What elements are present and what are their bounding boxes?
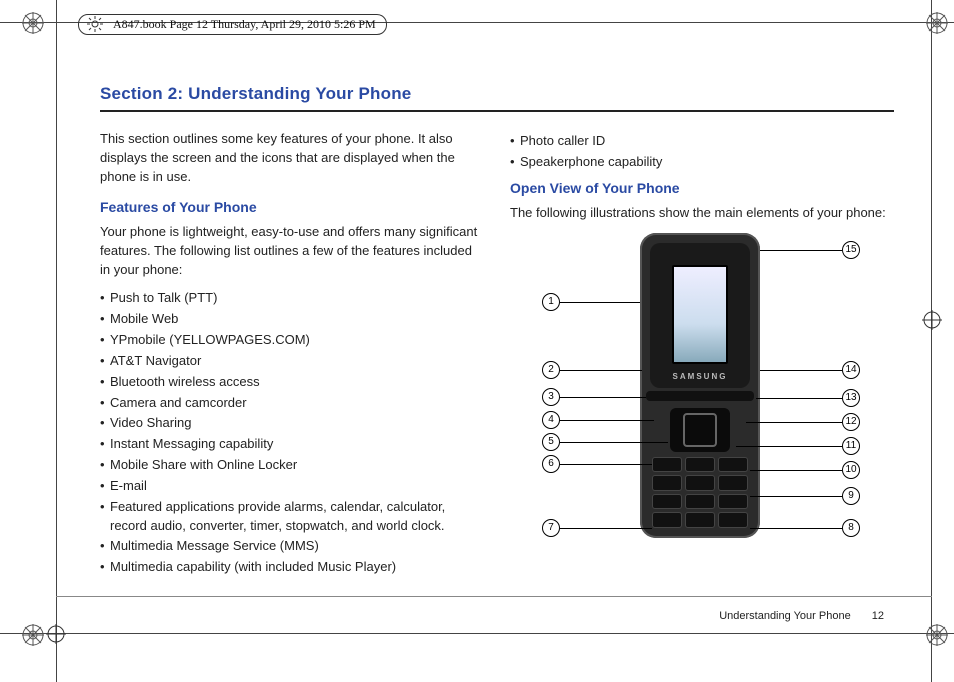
two-column-layout: This section outlines some key features … bbox=[100, 130, 894, 579]
list-item: YPmobile (YELLOWPAGES.COM) bbox=[100, 331, 484, 350]
callout-5: 5 bbox=[542, 433, 560, 451]
callout-15: 15 bbox=[842, 241, 860, 259]
callout-6: 6 bbox=[542, 455, 560, 473]
callout-8: 8 bbox=[842, 519, 860, 537]
running-header-text: A847.book Page 12 Thursday, April 29, 20… bbox=[113, 17, 376, 32]
crop-rail-bottom bbox=[0, 633, 954, 634]
list-item: Multimedia capability (with included Mus… bbox=[100, 558, 484, 577]
callout-2: 2 bbox=[542, 361, 560, 379]
callout-11: 11 bbox=[842, 437, 860, 455]
page-body: Section 2: Understanding Your Phone This… bbox=[100, 84, 894, 612]
corner-ornament-icon bbox=[926, 12, 948, 34]
features-heading: Features of Your Phone bbox=[100, 197, 484, 217]
footer-page-number: 12 bbox=[872, 610, 884, 622]
callout-10: 10 bbox=[842, 461, 860, 479]
section-title: Section 2: Understanding Your Phone bbox=[100, 84, 894, 112]
corner-ornament-icon bbox=[22, 12, 44, 34]
list-item: Camera and camcorder bbox=[100, 394, 484, 413]
section-intro: This section outlines some key features … bbox=[100, 130, 484, 187]
features-intro: Your phone is lightweight, easy-to-use a… bbox=[100, 223, 484, 280]
column-left: This section outlines some key features … bbox=[100, 130, 484, 579]
register-mark-icon bbox=[46, 624, 66, 644]
callout-3: 3 bbox=[542, 388, 560, 406]
features-list-continued: Photo caller ID Speakerphone capability bbox=[510, 132, 894, 172]
crop-rail-right bbox=[931, 0, 932, 682]
framemaker-icon bbox=[87, 16, 103, 36]
column-right: Photo caller ID Speakerphone capability … bbox=[510, 130, 894, 579]
phone-illustration: SAMSUNG bbox=[640, 233, 760, 538]
phone-navpad bbox=[670, 408, 730, 452]
list-item: Photo caller ID bbox=[510, 132, 894, 151]
openview-heading: Open View of Your Phone bbox=[510, 178, 894, 198]
page-footer: Understanding Your Phone 12 bbox=[719, 610, 884, 622]
callout-4: 4 bbox=[542, 411, 560, 429]
callout-1: 1 bbox=[542, 293, 560, 311]
callout-7: 7 bbox=[542, 519, 560, 537]
list-item: Push to Talk (PTT) bbox=[100, 289, 484, 308]
corner-ornament-icon bbox=[22, 624, 44, 646]
callout-14: 14 bbox=[842, 361, 860, 379]
register-mark-icon bbox=[922, 310, 942, 330]
openview-intro: The following illustrations show the mai… bbox=[510, 204, 894, 223]
phone-diagram: SAMSUNG 1 2 3 4 bbox=[522, 233, 882, 548]
features-list: Push to Talk (PTT) Mobile Web YPmobile (… bbox=[100, 289, 484, 577]
crop-rail-left bbox=[56, 0, 57, 682]
list-item: Mobile Web bbox=[100, 310, 484, 329]
list-item: Multimedia Message Service (MMS) bbox=[100, 537, 484, 556]
list-item: AT&T Navigator bbox=[100, 352, 484, 371]
list-item: E-mail bbox=[100, 477, 484, 496]
list-item: Instant Messaging capability bbox=[100, 435, 484, 454]
corner-ornament-icon bbox=[926, 624, 948, 646]
list-item: Bluetooth wireless access bbox=[100, 373, 484, 392]
callout-12: 12 bbox=[842, 413, 860, 431]
callout-9: 9 bbox=[842, 487, 860, 505]
phone-screen bbox=[672, 265, 728, 364]
phone-keypad bbox=[652, 457, 748, 528]
list-item: Mobile Share with Online Locker bbox=[100, 456, 484, 475]
callout-13: 13 bbox=[842, 389, 860, 407]
footer-label: Understanding Your Phone bbox=[719, 610, 851, 622]
list-item: Speakerphone capability bbox=[510, 153, 894, 172]
phone-brand-label: SAMSUNG bbox=[650, 371, 750, 383]
running-header: A847.book Page 12 Thursday, April 29, 20… bbox=[78, 14, 387, 35]
list-item: Video Sharing bbox=[100, 414, 484, 433]
list-item: Featured applications provide alarms, ca… bbox=[100, 498, 484, 536]
